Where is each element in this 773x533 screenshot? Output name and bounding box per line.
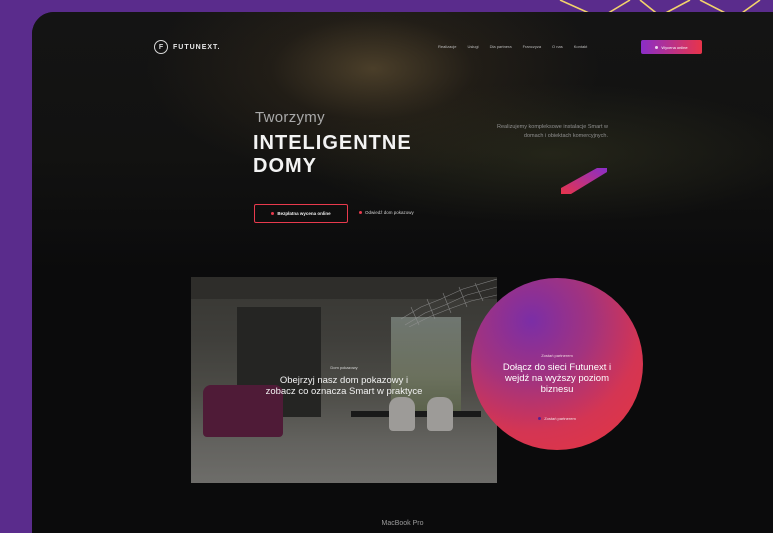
bullet-icon (655, 45, 659, 49)
menu-item-o-nas[interactable]: O nas (552, 44, 563, 49)
hero-title: INTELIGENTNE DOMY (253, 132, 412, 178)
online-quote-label: Wycena online (661, 44, 688, 50)
visit-showroom-label: Odwiedź dom pokazowy (365, 210, 414, 215)
logo-ring-icon: F (154, 40, 168, 54)
hero-description: Realizujemy kompleksowe instalacje Smart… (497, 124, 608, 139)
online-quote-button[interactable]: Wycena online (641, 40, 702, 54)
showroom-card[interactable]: Dom pokazowy Obejrzyj nasz dom pokazowy … (191, 277, 497, 483)
hero-subtitle: Tworzymy (255, 109, 325, 126)
device-caption: MacBook Pro (381, 520, 424, 527)
free-quote-button[interactable]: Bezpłatna wycena online (254, 204, 348, 223)
gradient-stripe-decoration (561, 168, 607, 194)
partner-kicker: Zostań partnerem (541, 353, 573, 358)
become-partner-link[interactable]: Zostań partnerem (471, 416, 643, 421)
menu-item-dla-partnera[interactable]: Dla partnera (490, 44, 512, 49)
logo[interactable]: F FUTUNEXT. (154, 40, 221, 54)
free-quote-label: Bezpłatna wycena online (277, 211, 331, 216)
menu-item-franczyza[interactable]: Franczyza (523, 44, 541, 49)
partner-title: Dołącz do sieci Futunext i wejdź na wyżs… (502, 362, 612, 395)
menu-item-kontakt[interactable]: Kontakt (574, 44, 588, 49)
become-partner-label: Zostań partnerem (544, 416, 576, 421)
main-menu: Realizacje Usługi Dla partnera Franczyza… (438, 44, 587, 49)
hero-section: F FUTUNEXT. Realizacje Usługi Dla partne… (32, 12, 773, 270)
visit-showroom-link[interactable]: Odwiedź dom pokazowy (359, 210, 414, 215)
menu-item-uslugi[interactable]: Usługi (467, 44, 478, 49)
partner-circle[interactable]: Zostań partnerem Dołącz do sieci Futunex… (471, 278, 643, 450)
showroom-title: Obejrzyj nasz dom pokazowy i zobacz co o… (265, 375, 423, 397)
laptop-screen: F FUTUNEXT. Realizacje Usługi Dla partne… (32, 12, 773, 533)
showroom-kicker: Dom pokazowy (330, 365, 358, 370)
menu-item-realizacje[interactable]: Realizacje (438, 44, 456, 49)
bullet-icon (271, 212, 275, 215)
hero-title-line1: INTELIGENTNE (253, 132, 412, 154)
logo-text: FUTUNEXT. (173, 43, 221, 51)
bullet-icon (359, 211, 362, 214)
bullet-icon (538, 417, 542, 420)
top-navigation: F FUTUNEXT. Realizacje Usługi Dla partne… (32, 40, 773, 56)
hero-title-line2: DOMY (253, 155, 317, 177)
